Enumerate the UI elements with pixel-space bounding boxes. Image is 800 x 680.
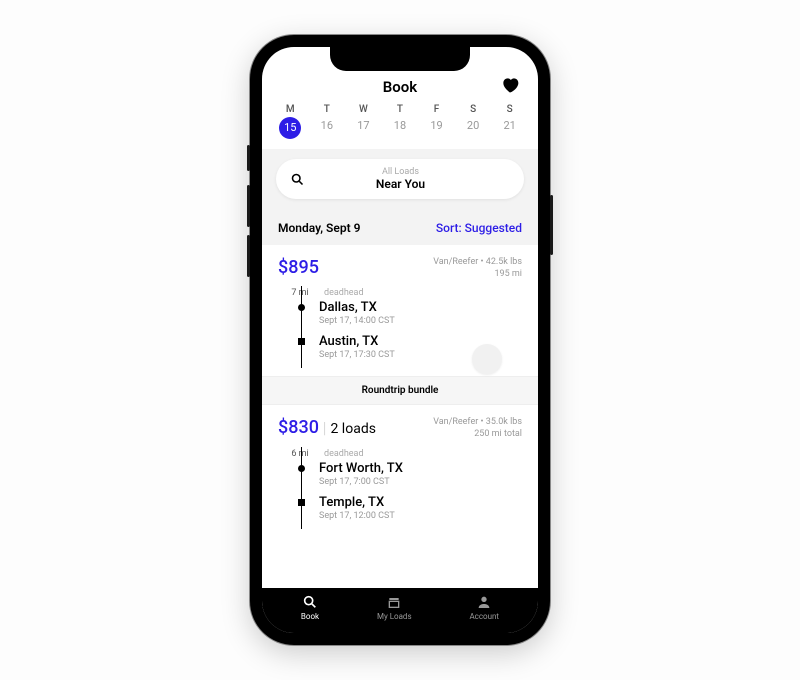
load-meta: Van/Reefer • 42.5k lbs 195 mi <box>433 257 522 280</box>
sort-button[interactable]: Sort: Suggested <box>436 221 522 235</box>
person-icon <box>476 594 492 610</box>
side-button <box>247 235 250 277</box>
side-button <box>550 195 553 255</box>
stop-marker-icon <box>298 465 305 472</box>
date-sort-row: Monday, Sept 9 Sort: Suggested <box>262 211 538 245</box>
deadhead-distance: 7 mi <box>284 288 316 298</box>
calendar-day[interactable]: T 18 <box>388 104 412 139</box>
search-section: All Loads Near You <box>262 149 538 211</box>
day-number: 21 <box>498 119 522 132</box>
route-stop: Dallas, TX Sept 17, 14:00 CST <box>298 300 522 326</box>
day-number: 18 <box>388 119 412 132</box>
side-button <box>247 145 250 171</box>
day-number: 15 <box>279 117 301 139</box>
load-card[interactable]: $895 Van/Reefer • 42.5k lbs 195 mi 7 mi … <box>262 245 538 376</box>
tab-label: Account <box>469 612 499 621</box>
load-price-group: $830|2 loads <box>278 417 376 438</box>
action-circle[interactable] <box>472 344 502 374</box>
tab-myloads[interactable]: My Loads <box>377 594 412 621</box>
day-number: 20 <box>461 119 485 132</box>
day-letter: S <box>461 104 485 115</box>
calendar-day[interactable]: S 21 <box>498 104 522 139</box>
stop-marker-icon <box>298 338 305 345</box>
day-letter: T <box>315 104 339 115</box>
stop-time: Sept 17, 12:00 CST <box>319 511 395 521</box>
stop-time: Sept 17, 14:00 CST <box>319 316 395 326</box>
day-number: 19 <box>425 119 449 132</box>
deadhead-row: 6 mi deadhead <box>284 449 522 459</box>
calendar-day[interactable]: W 17 <box>351 104 375 139</box>
search-bar[interactable]: All Loads Near You <box>276 159 524 199</box>
day-letter: M <box>278 104 302 115</box>
route-stop: Temple, TX Sept 17, 12:00 CST <box>298 495 522 521</box>
calendar-day[interactable]: F 19 <box>425 104 449 139</box>
page-title: Book <box>383 78 417 96</box>
search-subtitle: All Loads <box>315 167 486 177</box>
stop-city: Austin, TX <box>319 334 395 349</box>
bundle-header: Roundtrip bundle <box>262 376 538 405</box>
stop-city: Temple, TX <box>319 495 395 510</box>
stop-time: Sept 17, 17:30 CST <box>319 350 395 360</box>
tab-book[interactable]: Book <box>301 594 319 621</box>
day-number: 16 <box>315 119 339 132</box>
stop-marker-icon <box>298 499 305 506</box>
tab-label: My Loads <box>377 612 412 621</box>
load-card[interactable]: $830|2 loads Van/Reefer • 35.0k lbs 250 … <box>262 405 538 536</box>
search-icon <box>290 172 305 187</box>
date-label: Monday, Sept 9 <box>278 221 360 235</box>
calendar-day[interactable]: S 20 <box>461 104 485 139</box>
calendar-day[interactable]: M 15 <box>278 104 302 139</box>
tab-bar: Book My Loads Account <box>262 588 538 633</box>
search-text: All Loads Near You <box>315 167 486 191</box>
stop-city: Fort Worth, TX <box>319 461 403 476</box>
deadhead-label: deadhead <box>324 288 364 298</box>
deadhead-row: 7 mi deadhead <box>284 288 522 298</box>
day-letter: F <box>425 104 449 115</box>
calendar-strip: M 15 T 16 W 17 T 18 F 19 S 20 S 21 <box>262 96 538 149</box>
route: Fort Worth, TX Sept 17, 7:00 CST Temple,… <box>298 461 522 521</box>
tab-account[interactable]: Account <box>469 594 499 621</box>
screen: Book M 15 T 16 W 17 T 18 F 19 S 20 S 21 All Loads Nea… <box>262 47 538 633</box>
route-stop: Fort Worth, TX Sept 17, 7:00 CST <box>298 461 522 487</box>
calendar-day[interactable]: T 16 <box>315 104 339 139</box>
load-meta: Van/Reefer • 35.0k lbs 250 mi total <box>433 417 522 440</box>
search-main: Near You <box>315 177 486 191</box>
load-list[interactable]: $895 Van/Reefer • 42.5k lbs 195 mi 7 mi … <box>262 245 538 588</box>
phone-frame: Book M 15 T 16 W 17 T 18 F 19 S 20 S 21 All Loads Nea… <box>250 35 550 645</box>
stop-city: Dallas, TX <box>319 300 395 315</box>
load-price: $895 <box>278 257 319 278</box>
deadhead-label: deadhead <box>324 449 364 459</box>
day-number: 17 <box>351 119 375 132</box>
deadhead-distance: 6 mi <box>284 449 316 459</box>
box-icon <box>386 594 402 610</box>
search-icon <box>302 594 318 610</box>
stop-marker-icon <box>298 304 305 311</box>
day-letter: W <box>351 104 375 115</box>
favorites-icon[interactable] <box>500 75 520 95</box>
side-button <box>247 185 250 227</box>
stop-time: Sept 17, 7:00 CST <box>319 477 403 487</box>
day-letter: S <box>498 104 522 115</box>
tab-label: Book <box>301 612 319 621</box>
notch <box>330 47 470 71</box>
day-letter: T <box>388 104 412 115</box>
